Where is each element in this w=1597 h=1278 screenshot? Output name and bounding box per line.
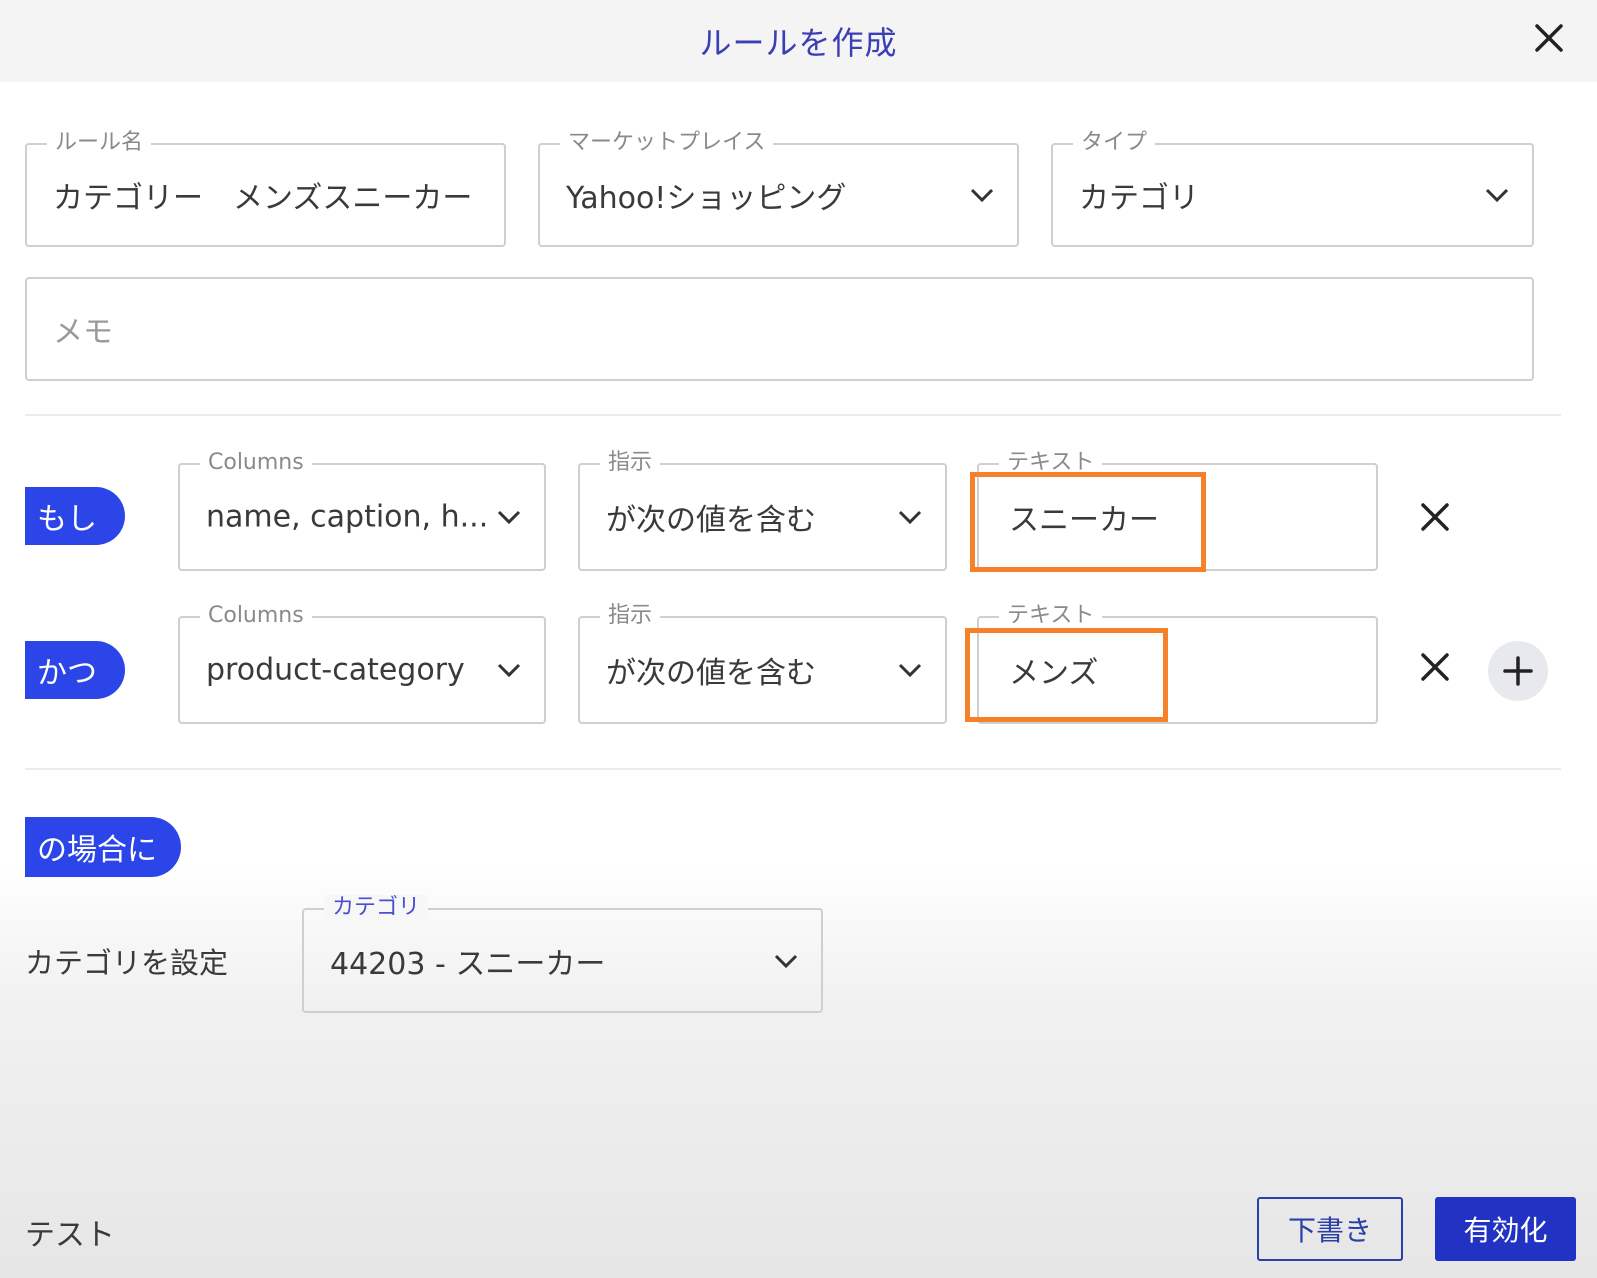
type-label: タイプ — [1073, 130, 1156, 156]
category-label: カテゴリ — [324, 895, 429, 921]
marketplace-label: マーケットプレイス — [560, 130, 774, 156]
remove-condition-icon[interactable] — [1418, 650, 1452, 684]
plus-icon — [1503, 656, 1533, 686]
rule-name-value: カテゴリー メンズスニーカー — [53, 181, 473, 216]
condition-1-text-value: スニーカー — [1009, 503, 1159, 538]
category-value: 44203 - スニーカー — [330, 946, 606, 982]
memo-field[interactable]: メモ — [25, 277, 1534, 381]
condition-1-operator-value: が次の値を含む — [606, 503, 816, 538]
enable-button[interactable]: 有効化 — [1435, 1197, 1576, 1261]
condition-1-columns-label: Columns — [200, 450, 312, 476]
condition-2-text-field[interactable]: テキスト メンズ — [977, 603, 1378, 724]
condition-2-text-label: テキスト — [999, 603, 1103, 629]
dialog-header: ルールを作成 — [0, 0, 1597, 82]
connector-then-label: の場合に — [37, 833, 157, 868]
chevron-down-icon — [774, 954, 798, 968]
add-condition-button[interactable] — [1488, 641, 1548, 701]
test-label[interactable]: テスト — [25, 1210, 115, 1254]
rule-name-label: ルール名 — [47, 130, 152, 156]
connector-then-pill: の場合に — [25, 817, 181, 877]
chevron-down-icon — [898, 510, 922, 525]
connector-and-pill: かつ — [25, 641, 125, 699]
remove-condition-icon[interactable] — [1418, 500, 1452, 534]
chevron-down-icon — [898, 663, 922, 678]
marketplace-value: Yahoo!ショッピング — [566, 181, 847, 216]
condition-1-columns-value: name, caption, h... — [206, 499, 489, 535]
type-value: カテゴリ — [1079, 181, 1199, 216]
condition-2-columns-select[interactable]: Columns product-category — [178, 603, 546, 724]
condition-2-operator-value: が次の値を含む — [606, 656, 816, 691]
condition-2-columns-label: Columns — [200, 603, 312, 629]
chevron-down-icon — [1485, 188, 1509, 203]
condition-1-operator-select[interactable]: 指示 が次の値を含む — [578, 450, 947, 571]
divider — [25, 414, 1561, 416]
condition-2-operator-label: 指示 — [600, 603, 661, 629]
condition-2-operator-select[interactable]: 指示 が次の値を含む — [578, 603, 947, 724]
connector-if-pill: もし — [25, 487, 125, 545]
connector-and-label: かつ — [37, 656, 97, 691]
connector-if-label: もし — [37, 502, 97, 537]
chevron-down-icon — [497, 510, 521, 525]
condition-1-columns-select[interactable]: Columns name, caption, h... — [178, 450, 546, 571]
close-icon[interactable] — [1529, 18, 1569, 58]
category-select[interactable]: カテゴリ 44203 - スニーカー — [302, 895, 823, 1013]
divider — [25, 768, 1561, 770]
chevron-down-icon — [497, 663, 521, 678]
set-category-label: カテゴリを設定 — [25, 946, 229, 980]
memo-placeholder: メモ — [53, 315, 113, 350]
marketplace-select[interactable]: マーケットプレイス Yahoo!ショッピング — [538, 130, 1019, 247]
chevron-down-icon — [970, 188, 994, 203]
draft-button[interactable]: 下書き — [1257, 1197, 1403, 1261]
dialog-title: ルールを作成 — [699, 24, 898, 62]
rule-name-field[interactable]: ルール名 カテゴリー メンズスニーカー — [25, 130, 506, 247]
condition-2-text-value: メンズ — [1009, 656, 1099, 691]
type-select[interactable]: タイプ カテゴリ — [1051, 130, 1534, 247]
condition-1-operator-label: 指示 — [600, 450, 661, 476]
condition-1-text-label: テキスト — [999, 450, 1103, 476]
condition-2-columns-value: product-category — [206, 652, 465, 688]
condition-1-text-field[interactable]: テキスト スニーカー — [977, 450, 1378, 571]
